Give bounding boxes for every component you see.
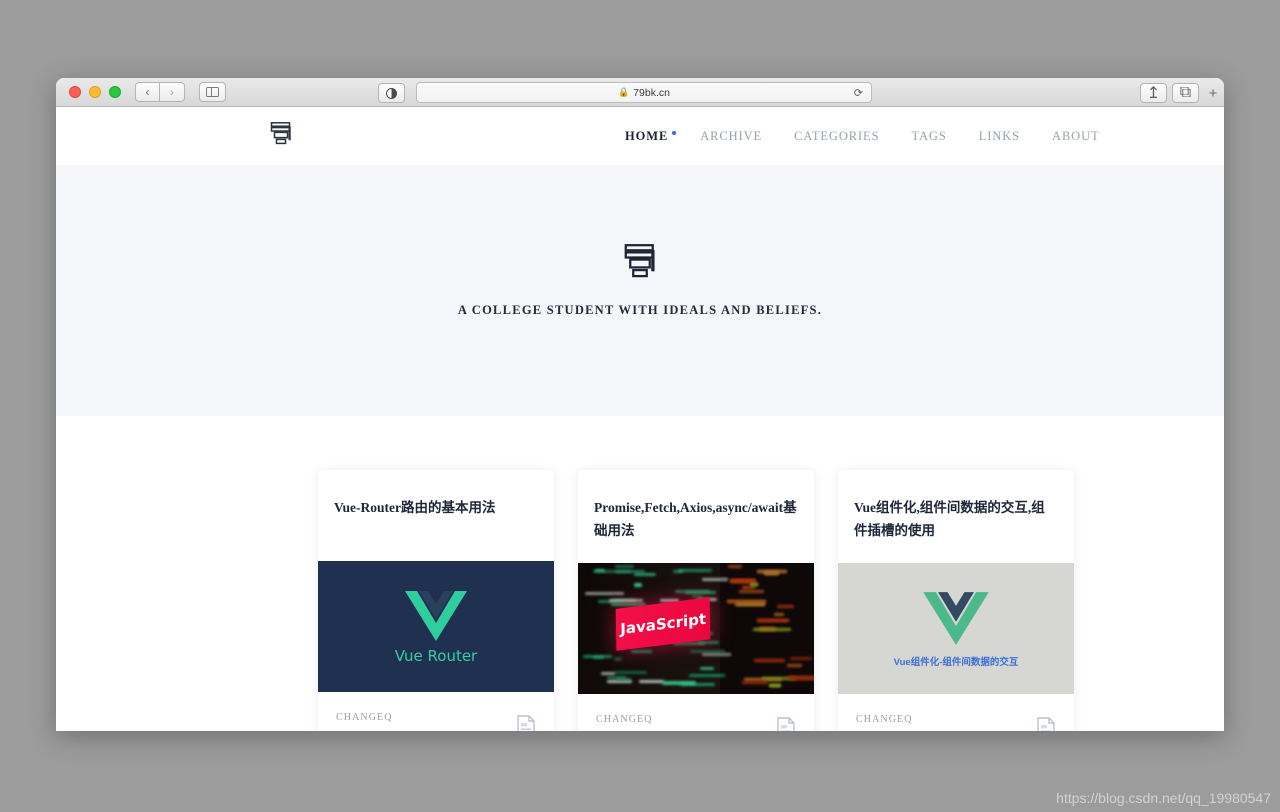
site-tagline: A COLLEGE STUDENT WITH IDEALS AND BELIEF…: [458, 303, 822, 318]
book-stack-logo-icon: [269, 121, 293, 147]
reader-mode-icon: [386, 88, 397, 99]
thumbnail-caption: Vue组件化-组件间数据的交互: [894, 654, 1019, 668]
hero-section: A COLLEGE STUDENT WITH IDEALS AND BELIEF…: [56, 165, 1224, 416]
active-indicator-dot: [672, 131, 676, 135]
post-title[interactable]: Vue-Router路由的基本用法: [318, 470, 554, 561]
webpage-content: HOME ARCHIVE CATEGORIES TAGS LINKS ABOUT: [56, 107, 1224, 731]
minimize-window-button[interactable]: [89, 86, 101, 98]
back-button[interactable]: ‹: [135, 82, 160, 102]
reload-button[interactable]: ⟳: [854, 86, 863, 99]
lock-icon: 🔒: [618, 87, 629, 98]
post-author: CHANGEQ: [856, 714, 913, 725]
share-icon: ↥: [1147, 83, 1160, 103]
post-meta-text: CHANGEQ 2020-11-02: [856, 714, 913, 731]
nav-item-archive[interactable]: ARCHIVE: [684, 129, 778, 144]
new-tab-button[interactable]: +: [1204, 84, 1222, 103]
hero-logo: [622, 242, 658, 287]
site-navigation: HOME ARCHIVE CATEGORIES TAGS LINKS ABOUT: [609, 107, 1116, 165]
post-card[interactable]: Vue-Router路由的基本用法 Vue Router CHANGEQ 202…: [318, 470, 554, 731]
nav-label: HOME: [625, 129, 668, 143]
nav-item-about[interactable]: ABOUT: [1036, 129, 1116, 144]
post-thumbnail-javascript: JavaScript: [578, 563, 814, 694]
post-author: CHANGEQ: [336, 712, 393, 723]
reader-mode-button[interactable]: [378, 83, 405, 103]
post-title[interactable]: Promise,Fetch,Axios,async/await基础用法: [578, 470, 814, 563]
post-card[interactable]: Promise,Fetch,Axios,async/await基础用法 Java…: [578, 470, 814, 731]
sidebar-icon: [206, 87, 219, 97]
nav-item-home[interactable]: HOME: [609, 129, 684, 144]
post-card[interactable]: Vue组件化,组件间数据的交互,组件插槽的使用 Vue组件化-组件间数据的交互 …: [838, 470, 1074, 731]
document-icon: [1036, 717, 1056, 731]
post-title[interactable]: Vue组件化,组件间数据的交互,组件插槽的使用: [838, 470, 1074, 563]
post-meta: CHANGEQ 2020-11-02: [838, 694, 1074, 731]
share-button[interactable]: ↥: [1140, 83, 1167, 103]
vue-logo-icon: [405, 589, 467, 641]
document-icon: [516, 715, 536, 731]
vue-logo-icon: [923, 590, 989, 645]
post-grid: Vue-Router路由的基本用法 Vue Router CHANGEQ 202…: [318, 470, 1074, 731]
window-controls: [69, 86, 121, 98]
toolbar-right-buttons: ↥ ⧉: [1140, 83, 1199, 103]
forward-button[interactable]: ›: [160, 82, 185, 102]
watermark: https://blog.csdn.net/qq_19980547: [1056, 790, 1271, 806]
tabs-icon: ⧉: [1180, 84, 1191, 102]
nav-item-links[interactable]: LINKS: [963, 129, 1036, 144]
post-thumbnail-vue-components: Vue组件化-组件间数据的交互: [838, 563, 1074, 694]
post-meta: CHANGEQ 2020-11-02: [578, 694, 814, 731]
navigation-buttons: ‹ ›: [135, 82, 185, 102]
post-author: CHANGEQ: [596, 714, 653, 725]
nav-item-tags[interactable]: TAGS: [895, 129, 962, 144]
browser-window: ‹ › 🔒 79bk.cn ⟳ ↥ ⧉ + HOME ARCHIVE CATEG…: [56, 78, 1224, 731]
sidebar-toggle-button[interactable]: [199, 82, 226, 102]
url-text: 79bk.cn: [633, 87, 670, 99]
site-header: HOME ARCHIVE CATEGORIES TAGS LINKS ABOUT: [56, 107, 1224, 165]
book-stack-logo-large-icon: [622, 242, 658, 282]
site-logo[interactable]: [269, 121, 293, 152]
nav-item-categories[interactable]: CATEGORIES: [778, 129, 895, 144]
plus-icon: +: [1209, 85, 1218, 102]
post-thumbnail-vue-router: Vue Router: [318, 561, 554, 692]
post-meta: CHANGEQ 2020-11-02: [318, 692, 554, 731]
forward-chevron-icon: ›: [170, 85, 174, 99]
show-tabs-button[interactable]: ⧉: [1172, 83, 1199, 103]
post-meta-text: CHANGEQ 2020-11-02: [336, 712, 393, 731]
back-chevron-icon: ‹: [146, 85, 150, 99]
address-bar[interactable]: 🔒 79bk.cn ⟳: [416, 82, 872, 103]
post-meta-text: CHANGEQ 2020-11-02: [596, 714, 653, 731]
browser-titlebar: ‹ › 🔒 79bk.cn ⟳ ↥ ⧉ +: [56, 78, 1224, 107]
thumbnail-caption: Vue Router: [395, 647, 477, 665]
document-icon: [776, 717, 796, 731]
close-window-button[interactable]: [69, 86, 81, 98]
maximize-window-button[interactable]: [109, 86, 121, 98]
